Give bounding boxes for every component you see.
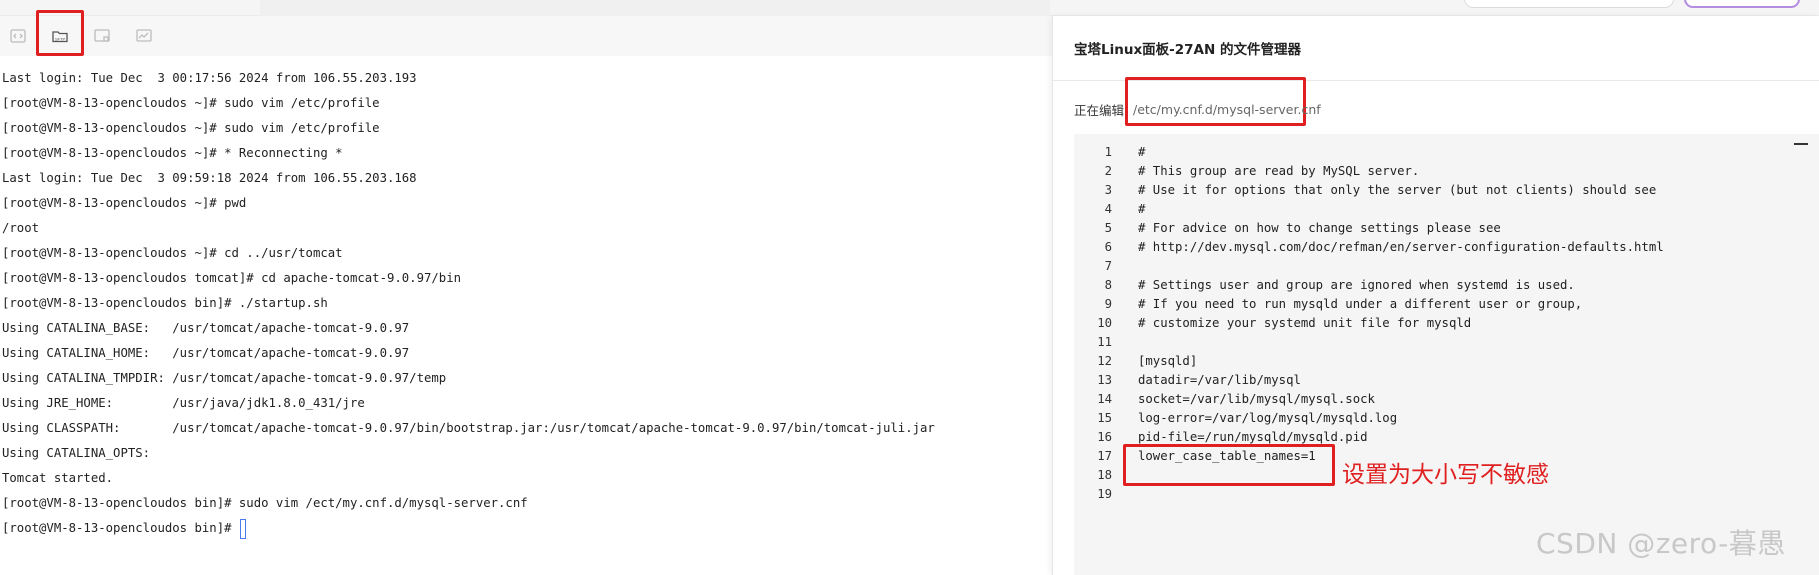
line-number: 17 [1097,449,1112,463]
line-number: 19 [1097,487,1112,501]
terminal-line: [root@VM-8-13-opencloudos bin]# ./startu… [2,296,328,310]
code-text: # Use it for options that only the serve… [1138,183,1657,197]
line-number: 1 [1104,145,1112,159]
line-number: 12 [1097,354,1112,368]
terminal-line: Using CATALINA_TMPDIR: /usr/tomcat/apach… [2,371,447,385]
terminal-prompt-line[interactable]: [root@VM-8-13-opencloudos bin]# [2,516,1052,541]
line-number: 18 [1097,468,1112,482]
terminal-line: [root@VM-8-13-opencloudos ~]# cd ../usr/… [2,246,343,260]
svg-text:SFTP: SFTP [55,37,66,42]
editor-line[interactable]: 14 socket=/var/lib/mysql/mysql.sock [1074,390,1819,409]
line-number: 11 [1097,335,1112,349]
line-number: 10 [1097,316,1112,330]
line-number: 15 [1097,411,1112,425]
panel-title: 宝塔Linux面板-27AN 的文件管理器 [1074,42,1301,58]
code-text: [mysqld] [1138,354,1198,368]
line-number: 6 [1104,240,1112,254]
line-number: 2 [1104,164,1112,178]
file-manager-panel: 宝塔Linux面板-27AN 的文件管理器 正在编辑 /etc/my.cnf.d… [1052,16,1819,575]
browser-tab[interactable] [260,0,1050,16]
code-text: # [1138,202,1146,216]
line-number: 4 [1104,202,1112,216]
terminal-line: [root@VM-8-13-opencloudos ~]# * Reconnec… [2,146,343,160]
terminal-line: Using CATALINA_HOME: /usr/tomcat/apache-… [2,346,410,360]
file-path: /etc/my.cnf.d/mysql-server.cnf [1133,102,1321,117]
profile-pill[interactable] [1684,0,1800,8]
line-number: 8 [1104,278,1112,292]
terminal-line: Last login: Tue Dec 3 00:17:56 2024 from… [2,71,417,85]
terminal-output[interactable]: Last login: Tue Dec 3 00:17:56 2024 from… [0,56,1052,575]
window-top-strip [0,0,1819,16]
terminal-prompt: [root@VM-8-13-opencloudos bin]# [2,521,239,535]
terminal-line: [root@VM-8-13-opencloudos tomcat]# cd ap… [2,271,462,285]
terminal-cursor [239,518,246,539]
code-text: # For advice on how to change settings p… [1138,221,1501,235]
editor-line[interactable]: 3 # Use it for options that only the serv… [1074,181,1819,200]
editor-line[interactable]: 8 # Settings user and group are ignored w… [1074,276,1819,295]
terminal-line: [root@VM-8-13-opencloudos ~]# sudo vim /… [2,96,380,110]
watermark: CSDN @zero-暮愚 [1536,527,1786,560]
editor-line[interactable]: 1 # [1074,143,1819,162]
line-number: 5 [1104,221,1112,235]
terminal-line: Using CATALINA_OPTS: [2,446,151,460]
file-monitor-icon[interactable] [92,26,112,46]
chart-monitor-icon[interactable] [134,26,154,46]
editor-line[interactable]: 15 log-error=/var/log/mysql/mysqld.log [1074,409,1819,428]
editor-line[interactable]: 9 # If you need to run mysqld under a dif… [1074,295,1819,314]
address-pill[interactable] [1464,0,1674,8]
code-text: socket=/var/lib/mysql/mysql.sock [1138,392,1375,406]
sftp-folder-icon[interactable]: SFTP [50,26,70,46]
editor-line[interactable]: 2 # This group are read by MySQL server. [1074,162,1819,181]
line-number: 3 [1104,183,1112,197]
annotation-note: 设置为大小写不敏感 [1342,462,1549,488]
terminal-line: /root [2,221,40,235]
setting-highlight-box [1123,444,1335,486]
code-text: # This group are read by MySQL server. [1138,164,1420,178]
code-editor[interactable]: 1 #2 # This group are read by MySQL server… [1074,134,1819,575]
editor-line[interactable]: 4 # [1074,200,1819,219]
line-number: 7 [1104,259,1112,273]
code-text: # If you need to run mysqld under a diff… [1138,297,1583,311]
terminal-line: Last login: Tue Dec 3 09:59:18 2024 from… [2,171,417,185]
terminal-line: Using JRE_HOME: /usr/java/jdk1.8.0_431/j… [2,396,365,410]
terminal-toolbar: SFTP [0,16,1052,56]
editor-line[interactable]: 5 # For advice on how to change settings … [1074,219,1819,238]
terminal-line: [root@VM-8-13-opencloudos ~]# sudo vim /… [2,121,380,135]
terminal-line: Using CLASSPATH: /usr/tomcat/apache-tomc… [2,421,935,435]
editor-line[interactable]: 12 [mysqld] [1074,352,1819,371]
editor-line[interactable]: 13 datadir=/var/lib/mysql [1074,371,1819,390]
terminal-line: Using CATALINA_BASE: /usr/tomcat/apache-… [2,321,410,335]
editor-line[interactable]: 10 # customize your systemd unit file for… [1074,314,1819,333]
line-number: 9 [1104,297,1112,311]
code-text: # http://dev.mysql.com/doc/refman/en/ser… [1138,240,1664,254]
line-number: 13 [1097,373,1112,387]
editor-line[interactable]: 11 [1074,333,1819,352]
terminal-line: [root@VM-8-13-opencloudos bin]# sudo vim… [2,496,528,510]
editing-label: 正在编辑 [1074,103,1125,118]
terminal-line: Tomcat started. [2,471,114,485]
code-text: # [1138,145,1146,159]
code-icon[interactable] [8,26,28,46]
terminal-line: [root@VM-8-13-opencloudos ~]# pwd [2,196,247,210]
code-text: log-error=/var/log/mysql/mysqld.log [1138,411,1398,425]
code-text: # customize your systemd unit file for m… [1138,316,1472,330]
editor-line[interactable]: 6 # http://dev.mysql.com/doc/refman/en/se… [1074,238,1819,257]
line-number: 14 [1097,392,1112,406]
editor-line[interactable]: 7 [1074,257,1819,276]
code-text: datadir=/var/lib/mysql [1138,373,1301,387]
line-number: 16 [1097,430,1112,444]
code-text: # Settings user and group are ignored wh… [1138,278,1575,292]
